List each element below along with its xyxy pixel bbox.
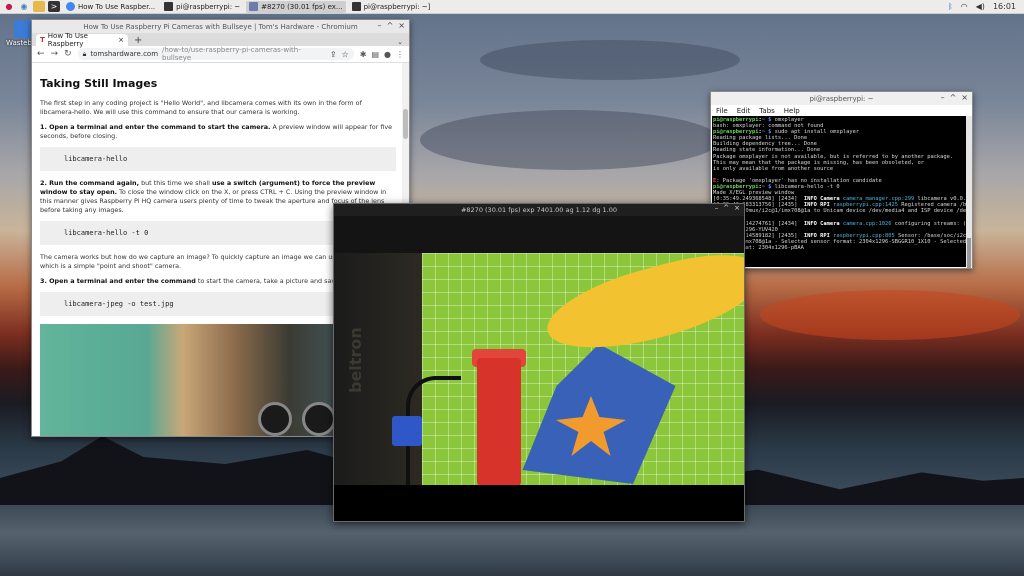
reading-list-icon[interactable]: ▤ <box>371 50 379 59</box>
article-heading: Taking Still Images <box>40 77 158 90</box>
maximize-icon[interactable]: ^ <box>723 204 729 212</box>
menu-edit[interactable]: Edit <box>737 107 751 115</box>
share-icon[interactable]: ⇪ <box>330 50 337 59</box>
camera-titlebar[interactable]: #8270 (30.01 fps) exp 7401.00 ag 1.12 dg… <box>334 204 744 216</box>
new-tab-icon[interactable]: + <box>134 35 142 46</box>
minimize-icon[interactable]: – <box>715 204 719 212</box>
menu-file[interactable]: File <box>716 107 728 115</box>
blue-clip <box>392 416 422 446</box>
maximize-icon[interactable]: ^ <box>950 93 957 102</box>
code-block-1: libcamera-hello <box>40 147 396 171</box>
taskbar: ● ◉ > How To Use Raspber... pi@raspberry… <box>0 0 1024 14</box>
volume-icon[interactable]: ◀) <box>976 2 985 11</box>
url-host: tomshardware.com <box>90 50 159 58</box>
step-1: 1. Open a terminal and enter the command… <box>40 123 393 140</box>
forward-icon[interactable]: → <box>51 49 59 59</box>
task-browser[interactable]: How To Use Raspber... <box>63 1 158 13</box>
paragraph-intro: The first step in any coding project is … <box>40 99 362 116</box>
maximize-icon[interactable]: ^ <box>387 21 394 30</box>
raspberry-menu-icon[interactable]: ● <box>3 1 15 12</box>
wifi-icon[interactable]: ◠ <box>961 2 968 11</box>
mat-brand-text: beltron <box>346 327 365 393</box>
browser-launcher-icon[interactable]: ◉ <box>18 1 30 12</box>
task-terminal-1[interactable]: pi@raspberrypi: ~ <box>161 1 243 13</box>
terminal-icon <box>351 2 361 11</box>
tab-close-icon[interactable]: × <box>118 36 124 44</box>
terminal-launcher-icon[interactable]: > <box>48 1 60 12</box>
window-icon <box>249 2 259 11</box>
extensions-icon[interactable]: ✱ <box>360 50 367 59</box>
photo-detail <box>258 402 292 436</box>
url-path: /how-to/use-raspberry-pi-cameras-with-bu… <box>162 46 301 62</box>
menu-help[interactable]: Help <box>784 107 800 115</box>
wastebasket-icon[interactable] <box>14 20 32 38</box>
terminal-icon <box>164 2 174 11</box>
task-terminal-2[interactable]: pi@raspberrypi: ~] <box>349 1 434 13</box>
chromium-icon <box>66 2 75 11</box>
terminal-scroll-thumb[interactable] <box>967 238 971 268</box>
tab-title: How To Use Raspberry <box>47 32 88 48</box>
profile-icon[interactable]: ● <box>384 50 391 59</box>
tab-article[interactable]: T How To Use Raspberry × <box>36 32 128 48</box>
terminal-titlebar[interactable]: pi@raspberrypi: ~ – ^ × <box>711 92 972 105</box>
menu-tabs[interactable]: Tabs <box>759 107 775 115</box>
clock[interactable]: 16:01 <box>993 2 1016 11</box>
browser-window-title: How To Use Raspberry Pi Cameras with Bul… <box>83 22 358 31</box>
terminal-output[interactable]: pi@raspberrypi:~ $ omxplayer bash: omxpl… <box>712 116 966 267</box>
reload-icon[interactable]: ↻ <box>64 49 72 59</box>
bluetooth-icon[interactable]: ᛒ <box>948 2 953 11</box>
back-icon[interactable]: ← <box>37 49 45 59</box>
close-icon[interactable]: × <box>398 21 405 30</box>
terminal-menubar: File Edit Tabs Help <box>711 105 972 116</box>
browser-titlebar[interactable]: How To Use Raspberry Pi Cameras with Bul… <box>32 20 409 33</box>
close-icon[interactable]: × <box>734 204 740 212</box>
camera-feed: beltron <box>334 216 744 485</box>
lock-icon: 🔒︎ <box>82 49 87 58</box>
task-camera-preview[interactable]: #8270 (30.01 fps) ex... <box>246 0 346 13</box>
red-tube <box>477 358 521 485</box>
toms-hardware-favicon: T <box>40 36 45 44</box>
minimize-icon[interactable]: – <box>941 93 945 102</box>
bookmark-star-icon[interactable]: ☆ <box>342 50 349 59</box>
address-bar[interactable]: 🔒︎ tomshardware.com/how-to/use-raspberry… <box>77 46 354 62</box>
terminal-window: pi@raspberrypi: ~ – ^ × File Edit Tabs Hel… <box>710 91 973 269</box>
tab-search-icon[interactable]: ⌄ <box>397 38 403 46</box>
scroll-thumb[interactable] <box>403 109 408 139</box>
camera-window-title: #8270 (30.01 fps) exp 7401.00 ag 1.12 dg… <box>460 206 618 214</box>
camera-preview-window: #8270 (30.01 fps) exp 7401.00 ag 1.12 dg… <box>333 203 745 522</box>
terminal-title: pi@raspberrypi: ~ <box>809 94 874 103</box>
file-manager-icon[interactable] <box>33 1 45 12</box>
minimize-icon[interactable]: – <box>378 21 382 30</box>
menu-kebab-icon[interactable]: ⋮ <box>396 50 404 59</box>
photo-detail <box>302 402 336 436</box>
close-icon[interactable]: × <box>961 93 968 102</box>
